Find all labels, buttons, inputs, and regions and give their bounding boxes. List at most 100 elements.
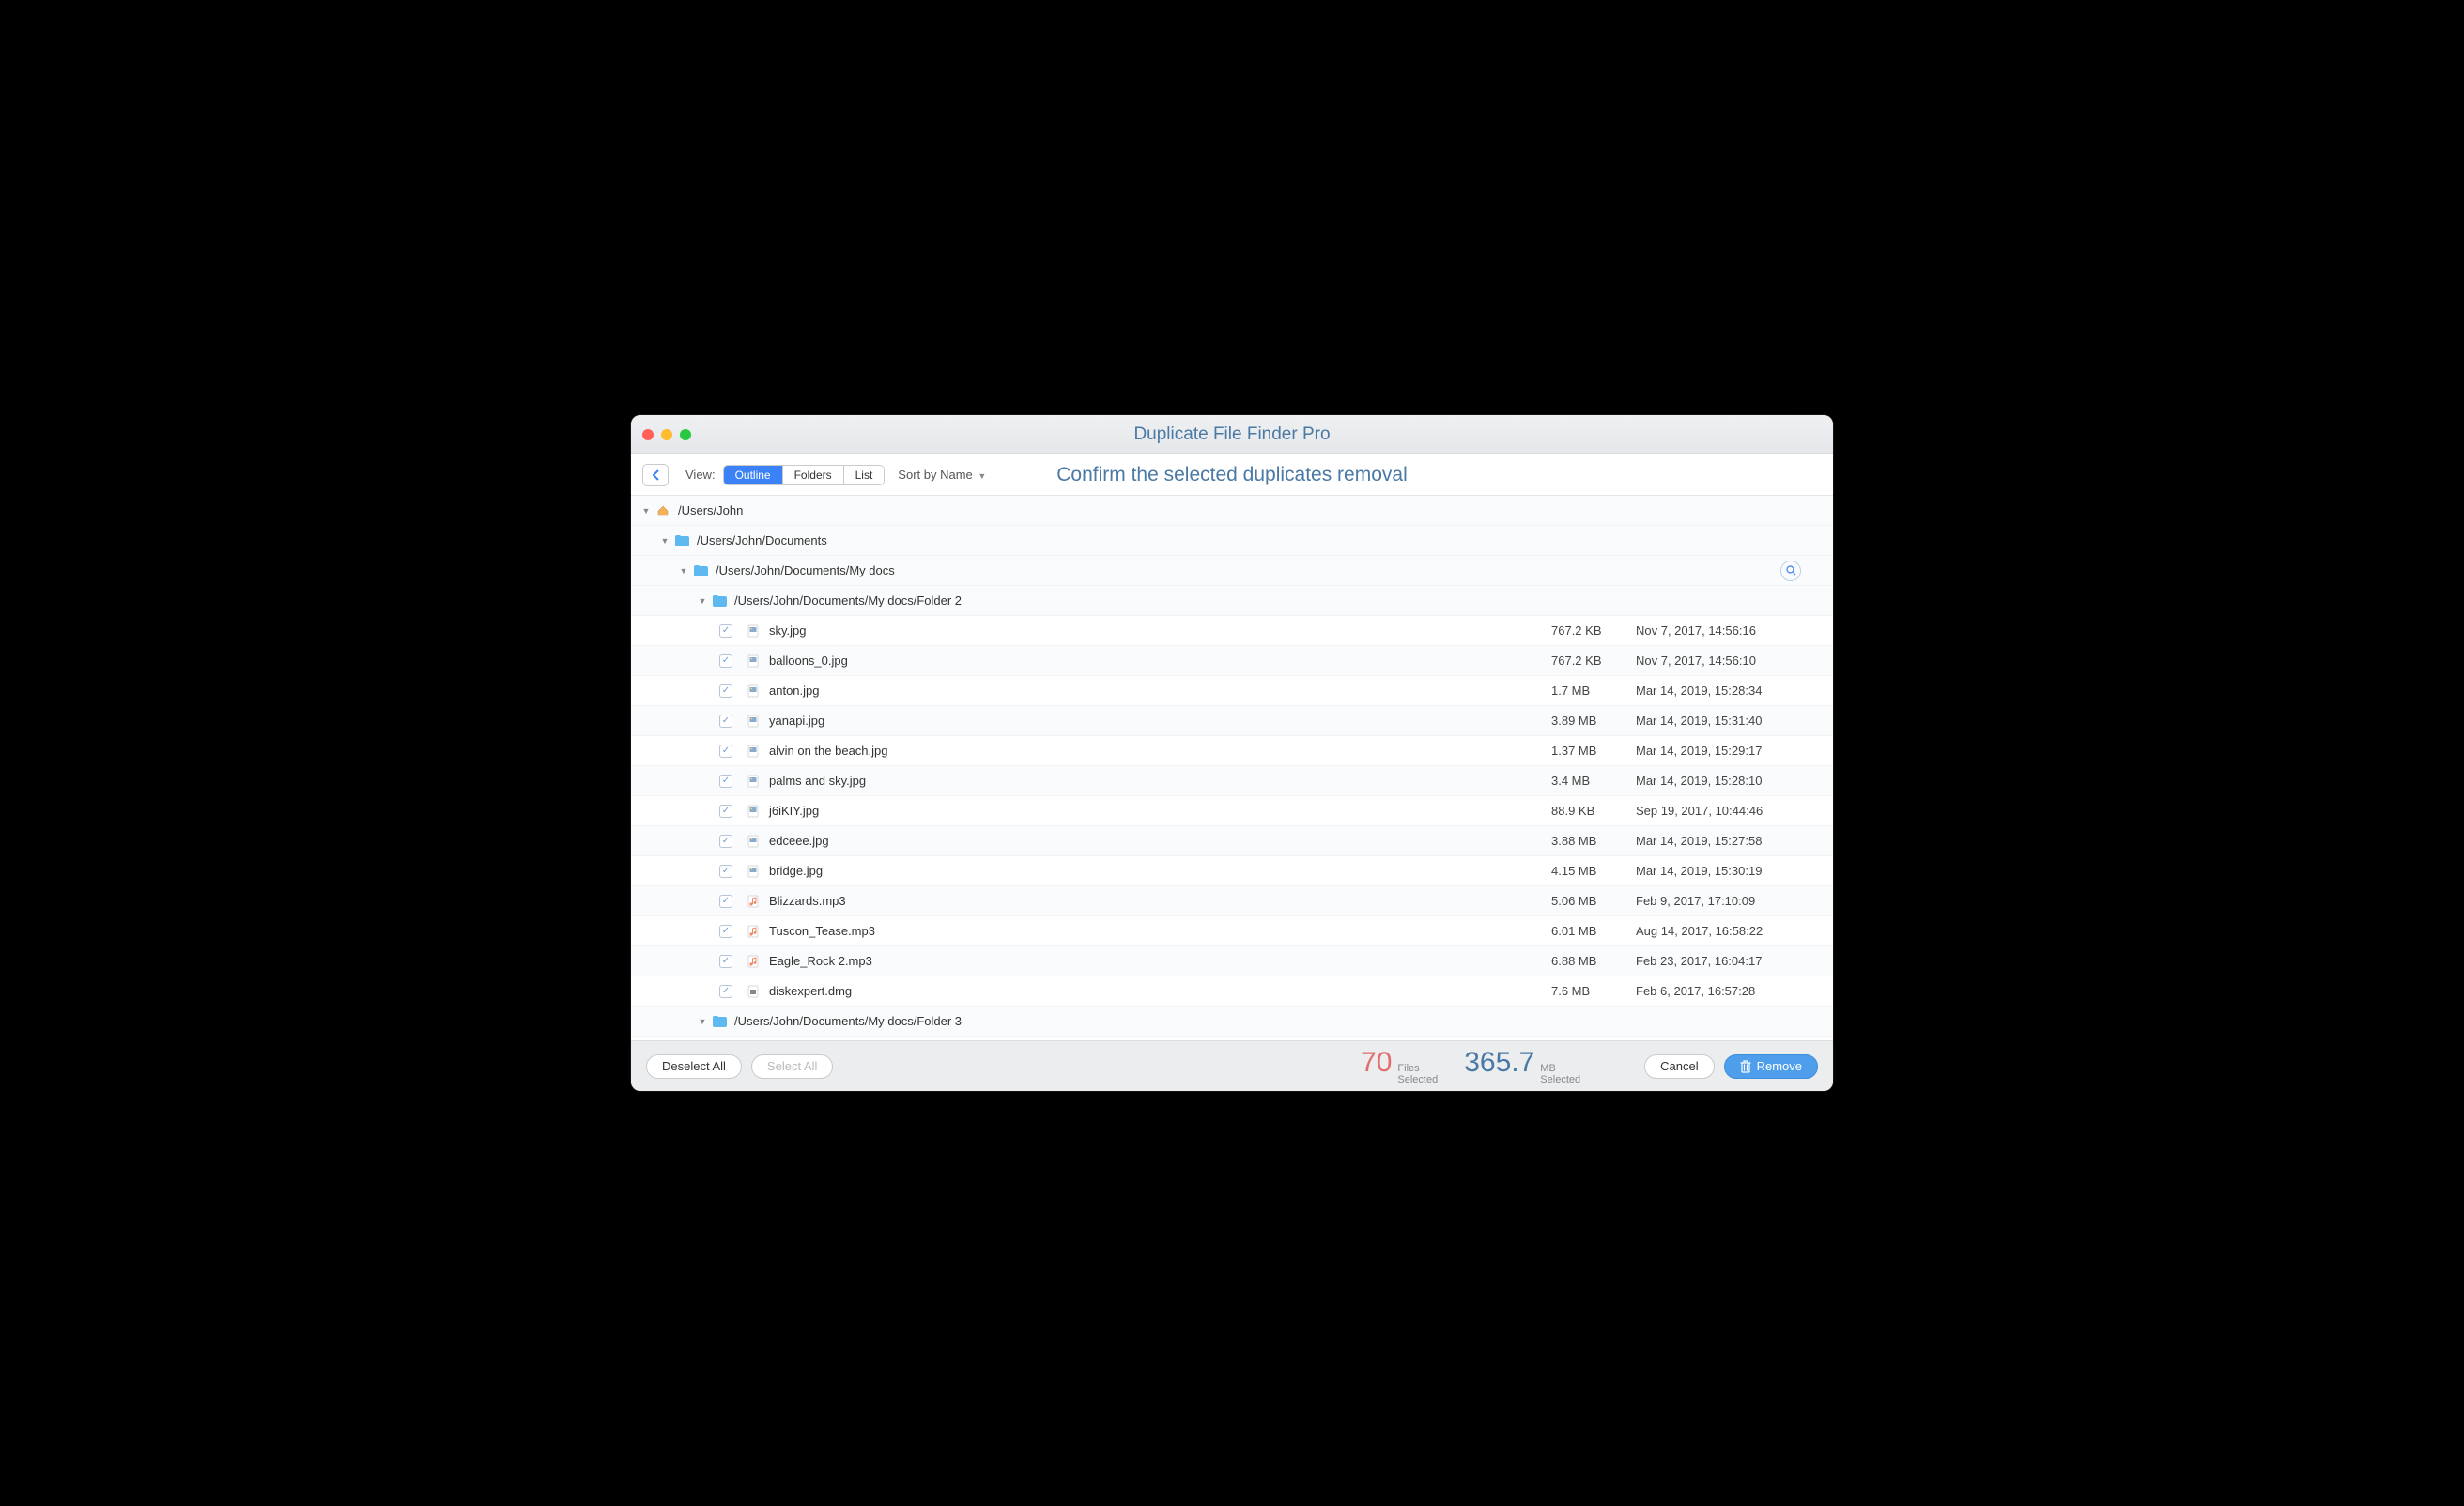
- home-icon: [655, 504, 670, 517]
- minimize-window-button[interactable]: [661, 429, 672, 440]
- file-date: Nov 7, 2017, 14:56:10: [1636, 653, 1833, 668]
- file-date: Mar 14, 2019, 15:28:34: [1636, 684, 1833, 698]
- window-title: Duplicate File Finder Pro: [631, 424, 1833, 445]
- traffic-lights: [642, 429, 691, 440]
- file-row[interactable]: ✓Tuscon_Tease.mp36.01 MBAug 14, 2017, 16…: [631, 916, 1833, 946]
- select-all-button[interactable]: Select All: [751, 1054, 833, 1079]
- file-row[interactable]: ✓anton.jpg1.7 MBMar 14, 2019, 15:28:34: [631, 676, 1833, 706]
- dmg-file-icon: [746, 985, 761, 998]
- file-row[interactable]: ✓yanapi.jpg3.89 MBMar 14, 2019, 15:31:40: [631, 706, 1833, 736]
- file-checkbox[interactable]: ✓: [719, 865, 732, 878]
- folder-path: /Users/John/Documents/My docs: [716, 563, 1780, 577]
- view-segmented-control: Outline Folders List: [723, 465, 886, 485]
- view-list-tab[interactable]: List: [844, 466, 885, 484]
- file-row[interactable]: ✓ alvin on the beach.jpg1.37 MBMar 14, 20…: [631, 736, 1833, 766]
- file-checkbox[interactable]: ✓: [719, 775, 732, 788]
- file-size: 5.06 MB: [1551, 894, 1636, 908]
- folder-row[interactable]: ▼ /Users/John: [631, 496, 1833, 526]
- file-checkbox[interactable]: ✓: [719, 805, 732, 818]
- back-button[interactable]: [642, 464, 669, 486]
- cancel-button[interactable]: Cancel: [1644, 1054, 1714, 1079]
- file-row[interactable]: ✓Blizzards.mp35.06 MBFeb 9, 2017, 17:10:…: [631, 886, 1833, 916]
- jpg-file-icon: [746, 805, 761, 818]
- mp3-file-icon: [746, 955, 761, 968]
- jpg-file-icon: [746, 654, 761, 668]
- file-name: Eagle_Rock 2.mp3: [769, 954, 1551, 968]
- remove-label: Remove: [1757, 1059, 1802, 1073]
- file-checkbox[interactable]: ✓: [719, 624, 732, 638]
- toolbar: View: Outline Folders List Sort by Name …: [631, 454, 1833, 496]
- file-date: Feb 9, 2017, 17:10:09: [1636, 894, 1833, 908]
- disclosure-icon[interactable]: ▼: [659, 536, 670, 546]
- folder-path: /Users/John/Documents/My docs/Folder 3: [734, 1014, 1833, 1028]
- sort-label: Sort by Name: [898, 468, 972, 482]
- file-name: yanapi.jpg: [769, 714, 1551, 728]
- disclosure-icon[interactable]: ▼: [640, 506, 652, 515]
- folder-row[interactable]: ▼ /Users/John/Documents/My docs/Folder 2: [631, 586, 1833, 616]
- file-date: Mar 14, 2019, 15:29:17: [1636, 744, 1833, 758]
- app-window: Duplicate File Finder Pro View: Outline …: [631, 415, 1833, 1091]
- sort-dropdown[interactable]: Sort by Name ▼: [898, 468, 986, 482]
- file-size: 6.88 MB: [1551, 954, 1636, 968]
- folder-icon: [693, 565, 708, 576]
- file-row[interactable]: ✓ Eagle_Rock 2.mp36.88 MBFeb 23, 2017, 16…: [631, 946, 1833, 976]
- chevron-left-icon: [652, 469, 660, 481]
- disclosure-icon[interactable]: ▼: [697, 1017, 708, 1026]
- file-row[interactable]: ✓diskexpert.dmg7.6 MBFeb 6, 2017, 16:57:…: [631, 976, 1833, 1007]
- file-name: palms and sky.jpg: [769, 774, 1551, 788]
- titlebar: Duplicate File Finder Pro: [631, 415, 1833, 454]
- file-date: Feb 23, 2017, 16:04:17: [1636, 954, 1833, 968]
- trash-icon: [1740, 1060, 1751, 1073]
- size-selected-stat: 365.7 MB Selected: [1464, 1047, 1580, 1085]
- file-name: alvin on the beach.jpg: [769, 744, 1551, 758]
- page-subtitle: Confirm the selected duplicates removal: [1056, 464, 1408, 486]
- file-row[interactable]: ✓edceee.jpg3.88 MBMar 14, 2019, 15:27:58: [631, 826, 1833, 856]
- jpg-file-icon: [746, 835, 761, 848]
- jpg-file-icon: [746, 624, 761, 638]
- file-row[interactable]: ✓bridge.jpg4.15 MBMar 14, 2019, 15:30:19: [631, 856, 1833, 886]
- disclosure-icon[interactable]: ▼: [697, 596, 708, 606]
- view-label: View:: [685, 468, 716, 482]
- close-window-button[interactable]: [642, 429, 654, 440]
- folder-path: /Users/John: [678, 503, 1833, 517]
- file-size: 1.37 MB: [1551, 744, 1636, 758]
- file-checkbox[interactable]: ✓: [719, 684, 732, 698]
- mp3-file-icon: [746, 925, 761, 938]
- file-size: 6.01 MB: [1551, 924, 1636, 938]
- file-row[interactable]: ✓palms and sky.jpg3.4 MBMar 14, 2019, 15…: [631, 766, 1833, 796]
- file-date: Sep 19, 2017, 10:44:46: [1636, 804, 1833, 818]
- file-checkbox[interactable]: ✓: [719, 835, 732, 848]
- file-row[interactable]: ✓balloons_0.jpg767.2 KBNov 7, 2017, 14:5…: [631, 646, 1833, 676]
- file-checkbox[interactable]: ✓: [719, 925, 732, 938]
- file-checkbox[interactable]: ✓: [719, 654, 732, 668]
- file-size: 3.89 MB: [1551, 714, 1636, 728]
- file-date: Mar 14, 2019, 15:27:58: [1636, 834, 1833, 848]
- file-checkbox[interactable]: ✓: [719, 715, 732, 728]
- disclosure-icon[interactable]: ▼: [678, 566, 689, 576]
- folder-icon: [674, 535, 689, 546]
- folder-row[interactable]: ▼ /Users/John/Documents/My docs: [631, 556, 1833, 586]
- view-outline-tab[interactable]: Outline: [724, 466, 783, 484]
- reveal-in-finder-button[interactable]: [1780, 561, 1801, 581]
- file-size: 3.88 MB: [1551, 834, 1636, 848]
- remove-button[interactable]: Remove: [1724, 1054, 1818, 1079]
- folder-row[interactable]: ▼ /Users/John/Documents: [631, 526, 1833, 556]
- fullscreen-window-button[interactable]: [680, 429, 691, 440]
- file-name: bridge.jpg: [769, 864, 1551, 878]
- file-checkbox[interactable]: ✓: [719, 745, 732, 758]
- view-folders-tab[interactable]: Folders: [783, 466, 844, 484]
- jpg-file-icon: [746, 684, 761, 698]
- deselect-all-button[interactable]: Deselect All: [646, 1054, 742, 1079]
- folder-row[interactable]: ▼ /Users/John/Documents/My docs/Folder 3: [631, 1007, 1833, 1037]
- file-name: sky.jpg: [769, 623, 1551, 638]
- size-unit: MB: [1540, 1063, 1580, 1074]
- files-unit: Files: [1397, 1063, 1438, 1074]
- file-row[interactable]: ✓sky.jpg767.2 KBNov 7, 2017, 14:56:16: [631, 616, 1833, 646]
- file-checkbox[interactable]: ✓: [719, 985, 732, 998]
- folder-icon: [712, 595, 727, 607]
- file-date: Aug 14, 2017, 16:58:22: [1636, 924, 1833, 938]
- file-list[interactable]: ▼ /Users/John ▼ /Users/John/Documents ▼ …: [631, 496, 1833, 1040]
- file-row[interactable]: ✓j6iKIY.jpg88.9 KBSep 19, 2017, 10:44:46: [631, 796, 1833, 826]
- file-checkbox[interactable]: ✓: [719, 955, 732, 968]
- file-checkbox[interactable]: ✓: [719, 895, 732, 908]
